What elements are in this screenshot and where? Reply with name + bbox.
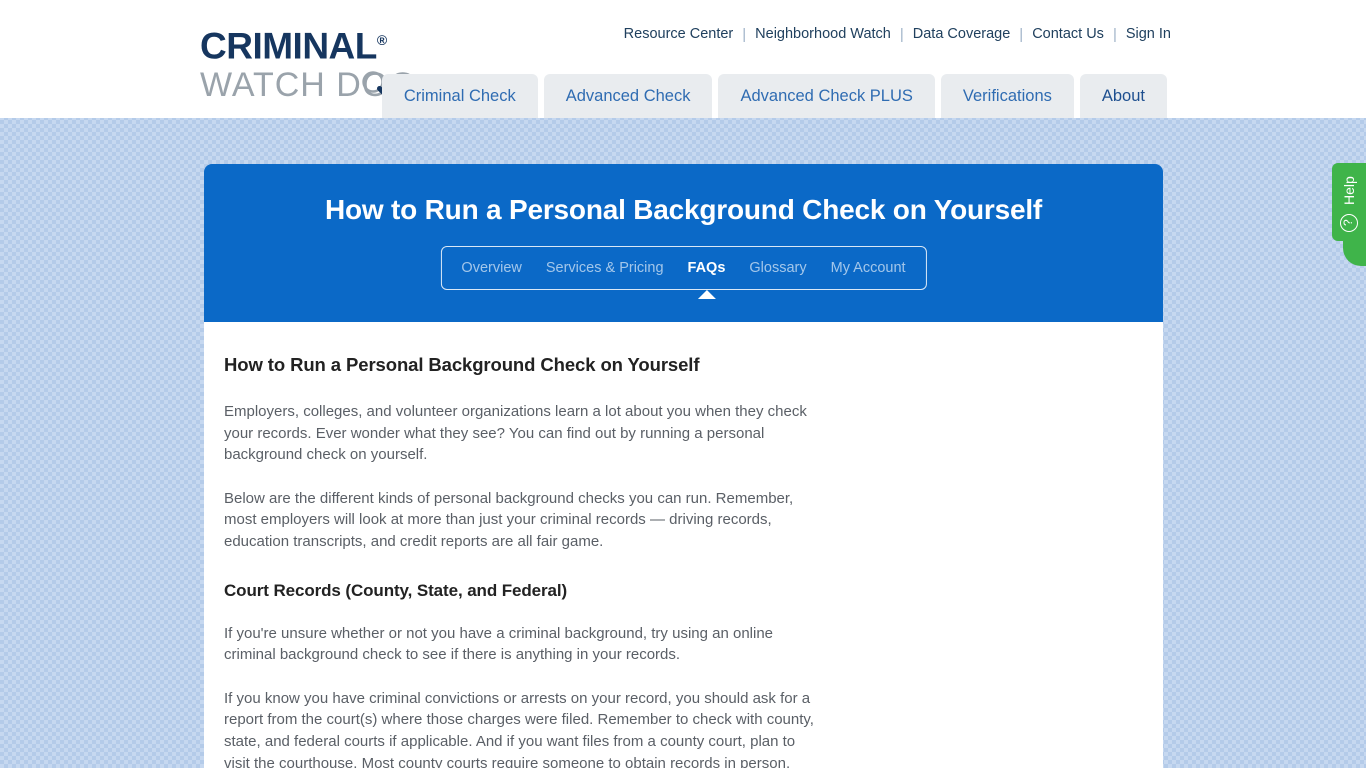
help-widget-button[interactable]: Help ? — [1332, 163, 1366, 266]
tab-overview[interactable]: Overview — [461, 260, 521, 276]
article-subheading-court-records: Court Records (County, State, and Federa… — [224, 580, 568, 600]
article-paragraph-4: If you know you have criminal conviction… — [224, 689, 814, 768]
site-header: CRIMINAL® WATCH DOG Resource Center | Ne… — [0, 0, 1366, 118]
nav-tab-advanced-check[interactable]: Advanced Check — [543, 74, 713, 118]
article-paragraph-2: Below are the different kinds of persona… — [224, 489, 794, 550]
page-title: How to Run a Personal Background Check o… — [324, 194, 1043, 225]
nav-tab-verifications[interactable]: Verifications — [940, 74, 1074, 118]
logo-word-criminal: CRIMINAL — [200, 25, 377, 67]
section-tab-bar: Overview Services & Pricing FAQs Glossar… — [440, 246, 927, 290]
logo-text-criminal: CRIMINAL® — [200, 20, 430, 66]
tab-services-and-pricing[interactable]: Services & Pricing — [546, 260, 664, 276]
question-mark-circle-icon: ? — [1340, 214, 1358, 232]
article-paragraph-3: If you're unsure whether or not you have… — [224, 624, 774, 664]
article-paragraph-1: Employers, colleges, and volunteer organ… — [224, 403, 807, 464]
help-label: Help — [1341, 176, 1357, 206]
content-card: How to Run a Personal Background Check o… — [204, 164, 1163, 768]
registered-trademark-icon: ® — [376, 32, 387, 48]
utility-nav: Resource Center | Neighborhood Watch | D… — [624, 26, 1171, 42]
utility-link-resource-center[interactable]: Resource Center — [624, 26, 743, 42]
tab-glossary[interactable]: Glossary — [749, 260, 806, 276]
utility-link-sign-in[interactable]: Sign In — [1117, 26, 1171, 42]
utility-link-contact-us[interactable]: Contact Us — [1023, 26, 1113, 42]
article-content: How to Run a Personal Background Check o… — [224, 354, 816, 768]
nav-tab-advanced-check-plus[interactable]: Advanced Check PLUS — [718, 74, 935, 118]
tab-my-account[interactable]: My Account — [831, 260, 906, 276]
tab-faqs[interactable]: FAQs — [688, 260, 726, 276]
card-body: How to Run a Personal Background Check o… — [204, 322, 1163, 768]
utility-link-neighborhood-watch[interactable]: Neighborhood Watch — [746, 26, 900, 42]
card-header-banner: How to Run a Personal Background Check o… — [204, 164, 1163, 322]
utility-link-data-coverage[interactable]: Data Coverage — [904, 26, 1020, 42]
nav-tab-criminal-check[interactable]: Criminal Check — [381, 74, 538, 118]
nav-tab-about[interactable]: About — [1079, 74, 1167, 118]
main-navigation-tabs: Criminal Check Advanced Check Advanced C… — [381, 74, 1167, 118]
article-heading: How to Run a Personal Background Check o… — [224, 354, 700, 375]
